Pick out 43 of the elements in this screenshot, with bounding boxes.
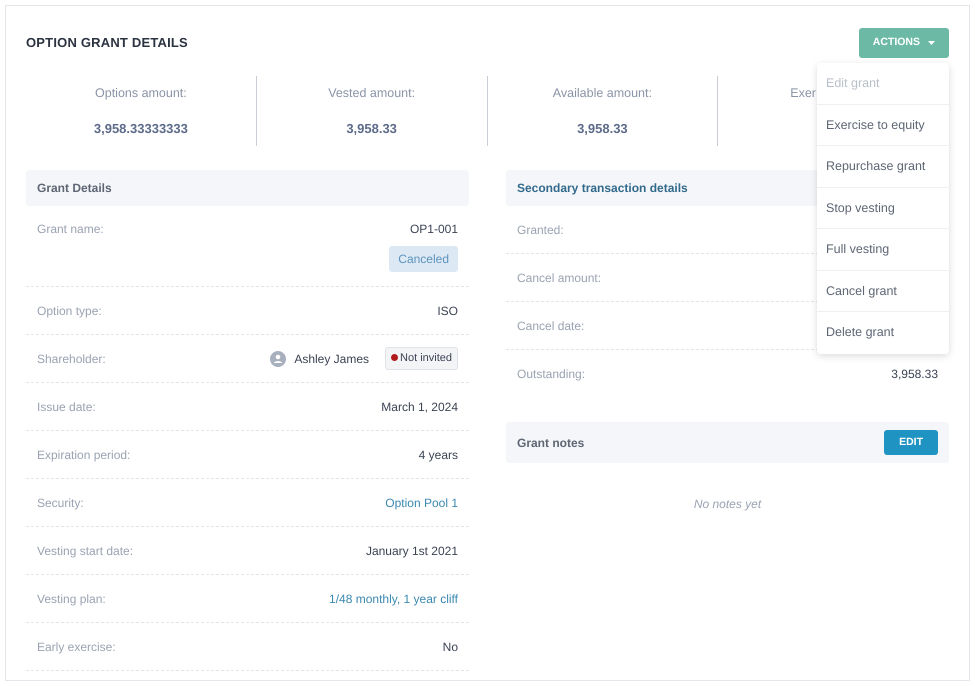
shareholder-name: Ashley James [294,350,370,368]
field-value: ISO [437,302,458,320]
stat-value: 3,958.33 [577,120,628,138]
field-value: OP1-001 [410,221,458,238]
field-value: 4 years [418,446,458,464]
field-link[interactable]: 1/48 monthly, 1 year cliff [329,590,458,608]
field-value: 3,958.33 [891,366,938,383]
empty-notes-text: No notes yet [694,497,762,511]
invite-status: Not invited [385,347,458,370]
field-label: Outstanding: [517,366,586,383]
field-label: Early exercise: [37,638,116,656]
stat-label: Exer [790,84,816,102]
field-label: Granted: [517,222,564,238]
field-label: Shareholder: [37,350,106,368]
field-label: Vesting plan: [37,590,106,608]
field-label: Cancel amount: [517,270,602,286]
field-label: Security: [37,494,84,512]
field-value: No [442,638,458,656]
stat-value: 3,958.33 [346,120,397,138]
field-label: Vesting start date: [37,542,134,560]
stat-label: Options amount: [95,84,187,102]
section-header: Grant Details [26,170,469,206]
avatar-icon [270,350,286,366]
menu-item[interactable]: Cancel grant [817,270,949,312]
field-label: Option type: [37,302,102,320]
stat-value: 3,958.33333333 [94,120,188,138]
field-label: Expiration period: [37,446,130,464]
caret-icon [928,41,935,45]
stat-label: Vested amount: [328,84,416,102]
menu-item[interactable]: Exercise to equity [817,104,949,146]
field-value: March 1, 2024 [381,398,458,416]
field-label: Grant name: [37,221,104,238]
field-label: Issue date: [37,398,96,416]
menu-item[interactable]: Delete grant [817,312,949,354]
field-value: January 1st 2021 [366,542,458,560]
field-link[interactable]: Option Pool 1 [385,494,458,512]
menu-item[interactable]: Full vesting [817,229,949,270]
field-label: Cancel date: [517,318,584,334]
stat-label: Available amount: [552,84,652,102]
status-badge: Canceled [389,246,458,272]
edit-button[interactable]: EDIT [884,430,938,456]
section-header: Grant notes [517,434,584,452]
page-title: OPTION GRANT DETAILS [26,34,188,52]
